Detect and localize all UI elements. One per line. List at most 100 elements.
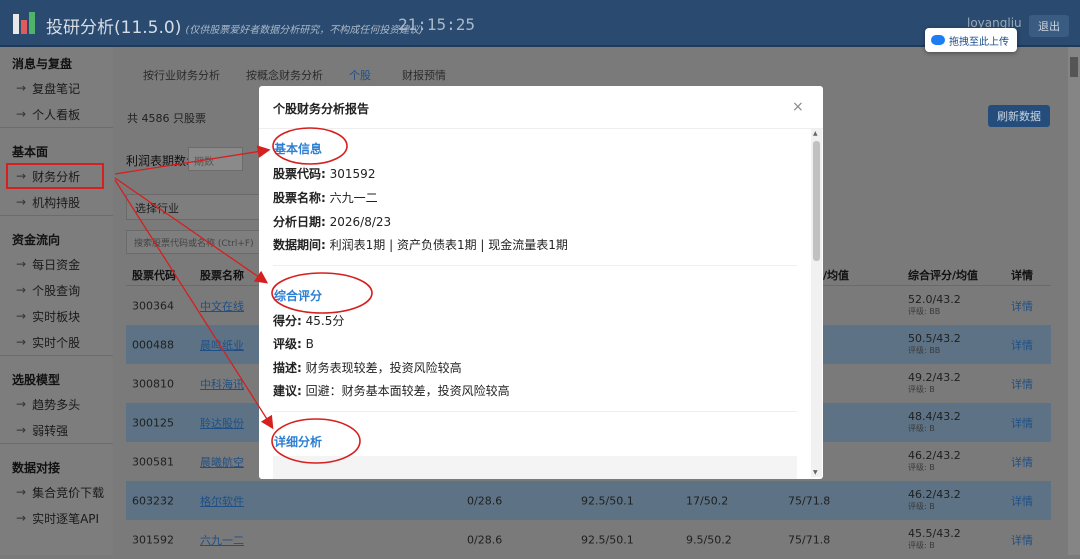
search-input[interactable]: 搜索股票代码或名称 (Ctrl+F) [126,230,261,254]
period-select[interactable]: 期数 [188,147,243,171]
row-code: 301592 [132,533,174,546]
score-grade: 评级: BB [908,345,941,355]
score-value: 46.2/43.2 [908,487,961,501]
basic-code: 股票代码: 301592 [273,167,376,181]
sidebar-item-realtime-sector[interactable]: → 实时板块 [0,303,113,329]
row-name-link[interactable]: 中科海讯 [200,376,244,392]
row-metric-1: 0/28.6 [467,533,503,546]
row-detail-link[interactable]: 详情 [1011,337,1033,353]
logout-button[interactable]: 退出 [1029,15,1069,37]
row-score: 46.2/43.2 评级: B [908,448,961,474]
tab-report-forecast[interactable]: 财报预情 [402,67,446,83]
section-detail-analysis: 详细分析 [274,435,323,449]
row-name-link[interactable]: 格尔软件 [200,493,244,509]
col-detail: 详情 [1011,268,1033,282]
modal-body: 基本信息 股票代码: 301592 股票名称: 六九一二 分析日期: 2026/… [259,129,811,479]
modal-title: 个股财务分析报告 [273,102,370,116]
row-score: 52.0/43.2 评级: BB [908,292,961,318]
close-icon[interactable]: × [792,99,804,115]
row-metric-1: 0/28.6 [467,494,503,507]
row-detail-link[interactable]: 详情 [1011,298,1033,314]
sidebar-section-data-api: 数据对接 [12,460,61,475]
score-value: 48.4/43.2 [908,409,961,423]
row-metric-3: 17/50.2 [686,494,729,507]
app-title: 投研分析(11.5.0) (仅供股票爱好者数据分析研究，不构成任何投资建议) [46,18,424,38]
sidebar-item-financial-analysis[interactable]: → 财务分析 [6,163,104,189]
modal-header: 个股财务分析报告 × [259,86,823,129]
row-name-link[interactable]: 晨曦航空 [200,454,244,470]
score-grade: 评级: B [908,501,935,511]
sidebar-item-weak-to-strong[interactable]: → 弱转强 [0,417,113,443]
score-value: 49.2/43.2 [908,370,961,384]
tab-single-stock[interactable]: 个股 [349,67,371,83]
row-score: 50.5/43.2 评级: BB [908,331,961,357]
sidebar-item-auction-download[interactable]: → 集合竞价下载 [0,479,113,505]
row-ability: 75/71.8 [788,494,831,507]
section-basic-info: 基本信息 [274,142,323,156]
row-ability: 75/71.8 [788,533,831,546]
stock-report-modal: 个股财务分析报告 × 基本信息 股票代码: 301592 股票名称: 六九一二 … [259,86,823,479]
sidebar-item-institutional-holdings[interactable]: → 机构持股 [0,189,113,215]
col-code: 股票代码 [132,268,176,282]
row-score: 49.2/43.2 评级: B [908,370,961,396]
basic-date: 分析日期: 2026/8/23 [273,215,392,229]
app-header: 投研分析(11.5.0) (仅供股票爱好者数据分析研究，不构成任何投资建议) 21… [0,0,1080,47]
basic-name: 股票名称: 六九一二 [273,191,378,205]
row-code: 300581 [132,455,174,468]
row-name-link[interactable]: 六九一二 [200,532,244,548]
row-code: 300125 [132,416,174,429]
row-name-link[interactable]: 中文在线 [200,298,244,314]
sidebar-item-stock-query[interactable]: → 个股查询 [0,277,113,303]
sidebar-item-review-notes[interactable]: → 复盘笔记 [0,75,113,101]
sidebar-item-personal-board[interactable]: → 个人看板 [0,101,113,127]
row-detail-link[interactable]: 详情 [1011,532,1033,548]
basic-period: 数据期间: 利润表1期 | 资产负债表1期 | 现金流量表1期 [273,238,568,252]
row-metric-2: 92.5/50.1 [581,494,634,507]
row-metric-2: 92.5/50.1 [581,533,634,546]
sidebar-item-realtime-stock[interactable]: → 实时个股 [0,329,113,355]
overall-score: 得分: 45.5分 [273,314,345,328]
cloud-upload-icon [931,35,945,45]
sidebar-section-capital-flow: 资金流向 [12,232,61,247]
table-row: 603232 格尔软件 0/28.6 92.5/50.1 17/50.2 75/71.8 4… [126,481,1051,520]
clock: 21:15:25 [398,15,476,34]
row-code: 300810 [132,377,174,390]
row-name-link[interactable]: 晨鸣纸业 [200,337,244,353]
sidebar-section-fundamentals: 基本面 [12,144,49,159]
col-name: 股票名称 [200,268,244,282]
col-score: 综合评分/均值 [908,268,979,282]
row-score: 46.2/43.2 评级: B [908,487,961,513]
score-grade: 评级: B [908,384,935,394]
row-code: 000488 [132,338,174,351]
period-label: 利润表期数: [126,154,191,168]
industry-select[interactable]: 选择行业 [126,194,261,220]
modal-scrollbar[interactable]: ▲ ▼ [811,129,822,477]
table-row: 301592 六九一二 0/28.6 92.5/50.1 9.5/50.2 75/71.8… [126,520,1051,559]
row-name-link[interactable]: 聆达股份 [200,415,244,431]
row-detail-link[interactable]: 详情 [1011,493,1033,509]
app-logo-icon [11,10,37,36]
upload-label: 拖拽至此上传 [949,36,1009,48]
sidebar-item-realtime-api[interactable]: → 实时逐笔API [0,505,113,531]
row-score: 48.4/43.2 评级: B [908,409,961,435]
score-value: 52.0/43.2 [908,292,961,306]
row-metric-3: 9.5/50.2 [686,533,732,546]
upload-drop-button[interactable]: 拖拽至此上传 [925,28,1017,52]
row-detail-link[interactable]: 详情 [1011,415,1033,431]
sidebar-item-trend-long[interactable]: → 趋势多头 [0,391,113,417]
score-value: 46.2/43.2 [908,448,961,462]
page-scrollbar[interactable] [1068,47,1080,555]
tab-concept-analysis[interactable]: 按概念财务分析 [246,67,323,83]
row-detail-link[interactable]: 详情 [1011,454,1033,470]
tab-industry-analysis[interactable]: 按行业财务分析 [143,67,220,83]
stock-count: 共 4586 只股票 [127,112,206,125]
score-value: 45.5/43.2 [908,526,961,540]
sidebar-section-stock-model: 选股模型 [12,372,61,387]
score-value: 50.5/43.2 [908,331,961,345]
row-detail-link[interactable]: 详情 [1011,376,1033,392]
detail-analysis-box [273,456,797,479]
score-grade: 评级: B [908,462,935,472]
app-subtitle: (仅供股票爱好者数据分析研究，不构成任何投资建议) [185,25,424,36]
refresh-data-button[interactable]: 刷新数据 [988,105,1050,127]
sidebar-item-daily-funds[interactable]: → 每日资金 [0,251,113,277]
